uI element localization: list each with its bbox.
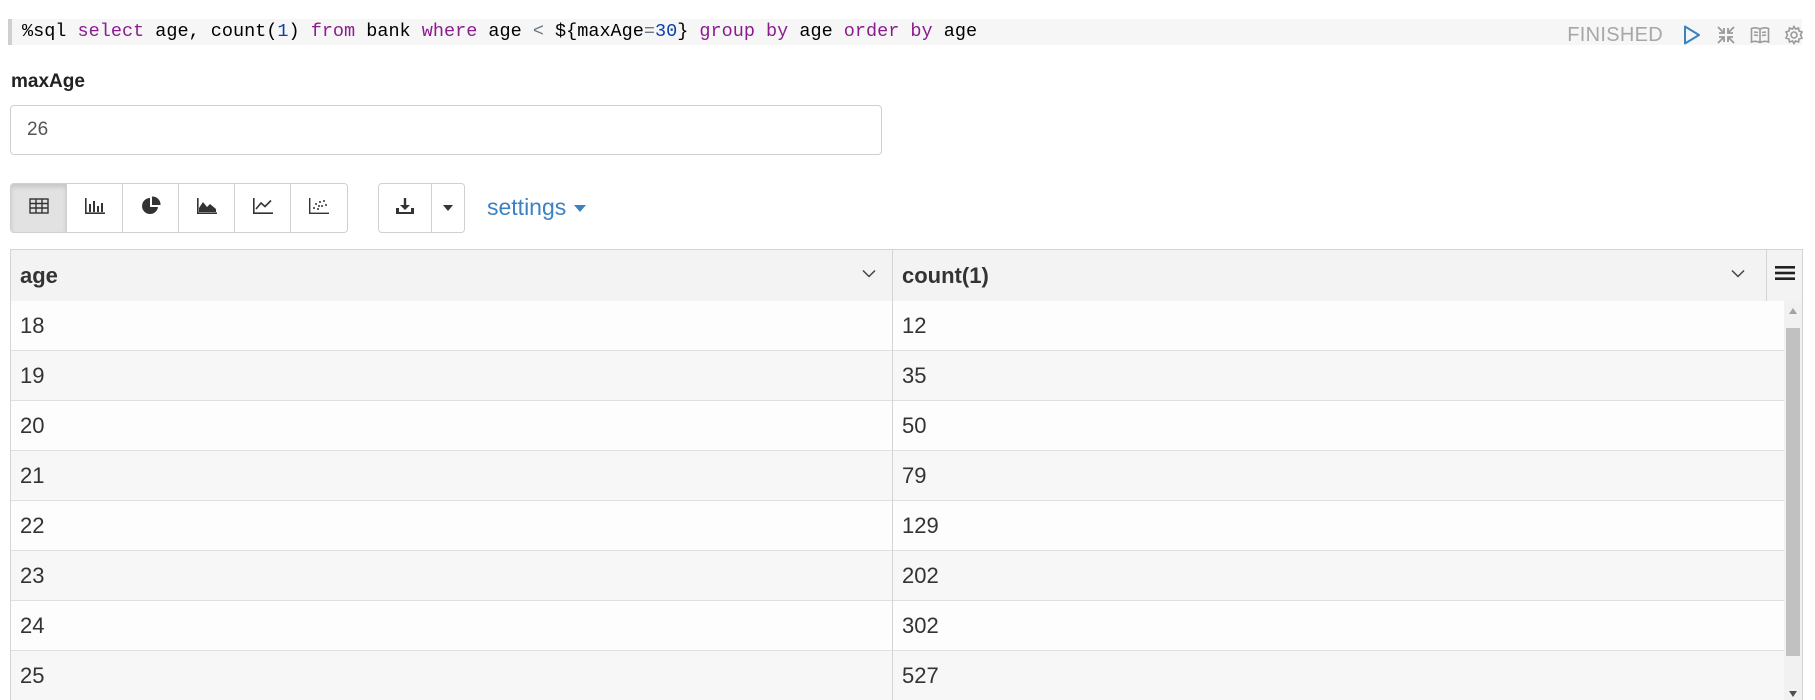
line-chart-icon xyxy=(252,197,274,220)
scroll-down-icon[interactable] xyxy=(1789,691,1797,697)
cell-count: 202 xyxy=(902,563,939,588)
download-dropdown-button[interactable] xyxy=(432,184,464,232)
cell-age: 25 xyxy=(11,651,893,700)
table-row[interactable]: 24 302 xyxy=(11,601,1785,651)
table-row[interactable]: 19 35 xyxy=(11,351,1785,401)
param-input[interactable] xyxy=(10,105,882,155)
settings-label: settings xyxy=(487,194,567,220)
keyword-where: where xyxy=(421,21,478,42)
table-view-button[interactable] xyxy=(11,184,67,232)
table-row[interactable]: 22 129 xyxy=(11,501,1785,551)
keyword-by: by xyxy=(766,21,789,42)
table-icon xyxy=(28,197,49,219)
hamburger-icon xyxy=(1774,265,1795,286)
operator-lt: < xyxy=(532,21,544,42)
visualization-toolbar xyxy=(10,183,348,233)
table-row[interactable]: 18 12 xyxy=(11,301,1785,351)
collapse-icon[interactable] xyxy=(1715,24,1737,46)
paragraph-controls: FINISHED xyxy=(1567,22,1805,48)
cell-count: 12 xyxy=(902,313,927,338)
keyword-group: group xyxy=(699,21,755,42)
cell-count: 302 xyxy=(902,613,939,638)
param-label: maxAge xyxy=(11,71,85,92)
results-grid: age count(1) 18 12 19 35 20 50 21 79 22 129 2… xyxy=(10,249,1803,700)
dynamic-form-open: ${maxAge xyxy=(555,21,644,42)
pie-chart-button[interactable] xyxy=(123,184,179,232)
select-columns: age, count( xyxy=(155,21,278,42)
grid-body: 18 12 19 35 20 50 21 79 22 129 23 202 24 302 25… xyxy=(11,301,1785,700)
chevron-down-icon[interactable] xyxy=(859,263,879,283)
run-icon[interactable] xyxy=(1681,24,1703,46)
caret-down-icon xyxy=(574,205,587,212)
chevron-down-icon[interactable] xyxy=(1728,263,1748,283)
column-header-count[interactable]: count(1) xyxy=(893,250,1767,301)
interpreter: %sql xyxy=(22,21,67,42)
scatter-chart-icon xyxy=(308,197,330,220)
cell-age: 23 xyxy=(11,551,893,601)
status-label: FINISHED xyxy=(1567,23,1663,46)
grid-header: age count(1) xyxy=(11,250,1802,302)
bar-chart-button[interactable] xyxy=(67,184,123,232)
download-icon xyxy=(395,197,415,220)
keyword-from: from xyxy=(310,21,356,42)
group-column: age xyxy=(799,21,833,42)
table-row[interactable]: 25 527 xyxy=(11,651,1785,700)
cell-count: 79 xyxy=(902,463,927,488)
cell-age: 20 xyxy=(11,401,893,451)
bar-chart-icon xyxy=(84,197,106,220)
cell-count: 129 xyxy=(902,513,939,538)
number-default: 30 xyxy=(654,21,678,42)
cell-age: 22 xyxy=(11,501,893,551)
operator-eq: = xyxy=(643,21,655,42)
caret-down-icon xyxy=(442,199,454,217)
scatter-chart-button[interactable] xyxy=(291,184,347,232)
download-button[interactable] xyxy=(379,184,432,232)
table-row[interactable]: 23 202 xyxy=(11,551,1785,601)
pie-chart-icon xyxy=(141,195,161,221)
table-name: bank xyxy=(366,21,411,42)
cell-age: 18 xyxy=(11,301,893,351)
order-column: age xyxy=(943,21,978,42)
cell-count: 35 xyxy=(902,363,927,388)
scrollbar-thumb[interactable] xyxy=(1786,328,1800,656)
cell-count: 527 xyxy=(902,663,939,688)
cell-age: 21 xyxy=(11,451,893,501)
cell-age: 19 xyxy=(11,351,893,401)
dynamic-form-close: } xyxy=(677,21,689,42)
table-row[interactable]: 21 79 xyxy=(11,451,1785,501)
column-header-label: count(1) xyxy=(902,262,989,288)
book-icon[interactable] xyxy=(1749,24,1771,46)
area-chart-button[interactable] xyxy=(179,184,235,232)
column-header-age[interactable]: age xyxy=(11,250,893,301)
cell-count: 50 xyxy=(902,413,927,438)
line-chart-button[interactable] xyxy=(235,184,291,232)
close-paren: ) xyxy=(288,21,300,42)
area-chart-icon xyxy=(196,197,218,220)
grid-menu-button[interactable] xyxy=(1767,250,1802,301)
vertical-scrollbar[interactable] xyxy=(1784,301,1802,700)
table-row[interactable]: 20 50 xyxy=(11,401,1785,451)
download-button-group xyxy=(378,183,465,233)
keyword-order: order xyxy=(843,21,900,42)
where-column: age xyxy=(488,21,522,42)
keyword-by: by xyxy=(910,21,933,42)
number-literal: 1 xyxy=(277,21,289,42)
keyword-select: select xyxy=(77,21,145,42)
column-header-label: age xyxy=(20,262,58,288)
code-editor[interactable]: %sql select age, count(1) from bank wher… xyxy=(8,19,1802,45)
gear-icon[interactable] xyxy=(1783,24,1805,46)
settings-toggle[interactable]: settings xyxy=(487,194,587,221)
scroll-up-icon[interactable] xyxy=(1789,308,1797,314)
cell-age: 24 xyxy=(11,601,893,651)
